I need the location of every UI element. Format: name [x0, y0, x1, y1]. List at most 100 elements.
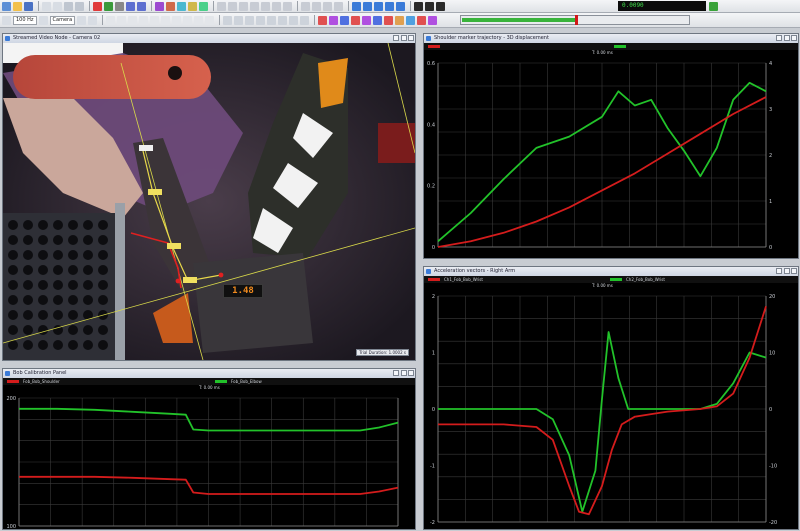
scene-red-cylinder — [13, 55, 211, 99]
minimize-icon[interactable] — [776, 35, 782, 41]
tool-icon[interactable] — [106, 15, 116, 25]
undo-icon[interactable] — [42, 1, 51, 11]
timeline-fill — [462, 18, 576, 22]
open-folder-icon[interactable] — [13, 1, 22, 11]
marker-point[interactable] — [175, 278, 181, 284]
marker-icon[interactable] — [155, 1, 164, 11]
first-frame-icon[interactable] — [2, 15, 11, 25]
fit-icon[interactable] — [239, 1, 248, 11]
red-flag-icon[interactable] — [351, 15, 361, 25]
close-icon[interactable] — [408, 35, 414, 41]
orange-flag-icon[interactable] — [395, 15, 405, 25]
capture-icon[interactable] — [352, 1, 361, 11]
tool-icon[interactable] — [161, 15, 171, 25]
pegboard-hole — [53, 235, 63, 245]
cascade-icon[interactable] — [323, 1, 332, 11]
purple-flag-icon[interactable] — [428, 15, 438, 25]
report-icon[interactable] — [396, 1, 405, 11]
tool-icon[interactable] — [205, 15, 215, 25]
tool-icon[interactable] — [256, 15, 266, 25]
maximize-icon[interactable] — [784, 268, 790, 274]
acceleration-chart[interactable]: 210-1-220100-10-20 — [424, 290, 798, 528]
timeline-slider[interactable] — [460, 15, 690, 25]
blue-flag-icon[interactable] — [340, 15, 350, 25]
red-flag-icon[interactable] — [384, 15, 394, 25]
close-icon[interactable] — [408, 370, 414, 376]
grid-icon[interactable] — [272, 1, 281, 11]
new-file-icon[interactable] — [2, 1, 11, 11]
redo-icon[interactable] — [53, 1, 62, 11]
maximize-icon[interactable] — [401, 35, 407, 41]
minimize-icon[interactable] — [393, 370, 399, 376]
tool-icon[interactable] — [289, 15, 299, 25]
camera-icon[interactable] — [177, 1, 186, 11]
tool-icon[interactable] — [172, 15, 182, 25]
tool-icon[interactable] — [183, 15, 193, 25]
close-icon[interactable] — [791, 35, 797, 41]
cyan-flag-icon[interactable] — [406, 15, 416, 25]
marker-point[interactable] — [218, 272, 224, 278]
record-icon[interactable] — [93, 1, 102, 11]
purple-flag-icon[interactable] — [362, 15, 372, 25]
tool-icon[interactable] — [128, 15, 138, 25]
cut-icon[interactable] — [64, 1, 73, 11]
close-icon[interactable] — [791, 268, 797, 274]
window-icon[interactable] — [312, 1, 321, 11]
tool-icon[interactable] — [117, 15, 127, 25]
red-flag-icon[interactable] — [318, 15, 328, 25]
red-flag-icon[interactable] — [417, 15, 427, 25]
pegboard-hole — [83, 220, 93, 230]
calibrate-icon[interactable] — [363, 1, 372, 11]
rotate-icon[interactable] — [261, 1, 270, 11]
last-frame-icon[interactable] — [88, 15, 98, 25]
pan-icon[interactable] — [250, 1, 259, 11]
trajectory-time-readout: T: 0.00 ms — [592, 50, 613, 55]
tool-icon[interactable] — [245, 15, 255, 25]
calibration-chart[interactable]: 200 100 — [3, 392, 415, 530]
blue-flag-icon[interactable] — [373, 15, 383, 25]
trajectory-chart[interactable]: 0.6 0.4 0.2 0 4 3 2 1 0 — [424, 57, 798, 257]
force-plate-icon[interactable] — [199, 1, 208, 11]
tool-icon[interactable] — [150, 15, 160, 25]
minimize-icon[interactable] — [393, 35, 399, 41]
play-icon[interactable] — [104, 1, 113, 11]
maximize-icon[interactable] — [784, 35, 790, 41]
skeleton-icon[interactable] — [166, 1, 175, 11]
tool-icon[interactable] — [194, 15, 204, 25]
zoom-in-icon[interactable] — [217, 1, 226, 11]
tool-icon[interactable] — [267, 15, 277, 25]
video-frame[interactable] — [3, 43, 415, 360]
timeline-playhead[interactable] — [575, 15, 578, 25]
minimize-icon[interactable] — [776, 268, 782, 274]
stop-icon[interactable] — [115, 1, 124, 11]
display-icon[interactable] — [414, 1, 423, 11]
layout-icon[interactable] — [301, 1, 310, 11]
tool-icon[interactable] — [139, 15, 149, 25]
forward-icon[interactable] — [137, 1, 146, 11]
pegboard-hole — [38, 235, 48, 245]
export-icon[interactable] — [385, 1, 394, 11]
axes-icon[interactable] — [283, 1, 292, 11]
tool-icon[interactable] — [223, 15, 233, 25]
tool-icon[interactable] — [234, 15, 244, 25]
analog-icon[interactable] — [188, 1, 197, 11]
process-icon[interactable] — [374, 1, 383, 11]
tile-icon[interactable] — [334, 1, 343, 11]
tool-icon[interactable] — [278, 15, 288, 25]
zoom-out-icon[interactable] — [228, 1, 237, 11]
display-icon[interactable] — [436, 1, 445, 11]
pegboard-hole — [68, 340, 78, 350]
view-dropdown[interactable]: Camera — [49, 15, 76, 25]
maximize-icon[interactable] — [401, 370, 407, 376]
copy-icon[interactable] — [75, 1, 84, 11]
purple-flag-icon[interactable] — [329, 15, 339, 25]
display-icon[interactable] — [425, 1, 434, 11]
save-icon[interactable] — [24, 1, 33, 11]
acceleration-chart-titlebar: Acceleration vectors - Right Arm — [424, 267, 798, 276]
prev-frame-icon[interactable] — [38, 15, 48, 25]
rate-dropdown[interactable]: 100 Hz — [13, 15, 37, 25]
next-frame-icon[interactable] — [77, 15, 87, 25]
legend-label-2: Ch2_Fob_Bob_Wrist — [626, 277, 665, 282]
tool-icon[interactable] — [300, 15, 310, 25]
rewind-icon[interactable] — [126, 1, 135, 11]
